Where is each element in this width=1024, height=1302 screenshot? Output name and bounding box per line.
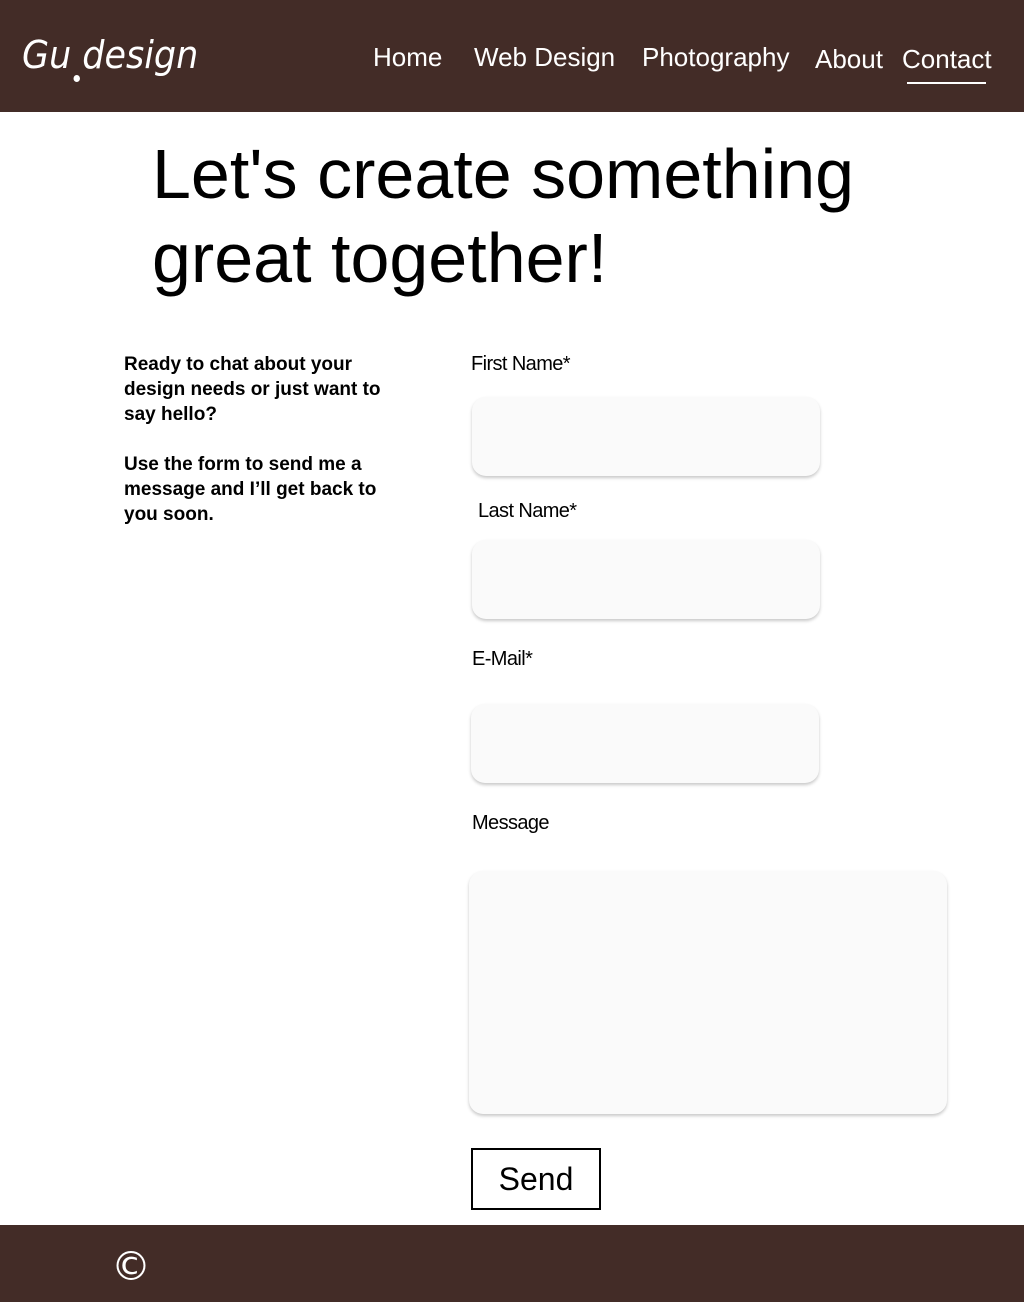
main-nav: Home Web Design Photography About Contac… — [0, 36, 1024, 86]
email-label: E-Mail* — [472, 648, 533, 670]
message-label: Message — [472, 812, 550, 834]
intro-text: Ready to chat about your design needs or… — [124, 352, 414, 552]
nav-item-contact[interactable]: Contact — [902, 44, 992, 74]
email-field[interactable] — [471, 704, 819, 783]
active-nav-indicator — [907, 82, 986, 84]
site-header: Gu design Home Web Design Photography Abo… — [0, 0, 1024, 112]
first-name-label: First Name* — [471, 353, 571, 375]
message-field[interactable] — [469, 871, 947, 1114]
nav-item-web-design[interactable]: Web Design — [474, 42, 615, 72]
site-footer: © — [0, 1225, 1024, 1302]
last-name-label: Last Name* — [478, 500, 577, 522]
page-headline: Let's create something great together! — [152, 135, 855, 297]
intro-paragraph: Ready to chat about your design needs or… — [124, 354, 381, 425]
first-name-field[interactable] — [472, 397, 820, 476]
copyright-icon: © — [111, 1244, 151, 1290]
send-button[interactable]: Send — [471, 1148, 601, 1210]
intro-paragraph: Use the form to send me a message and I’… — [124, 454, 377, 525]
last-name-field[interactable] — [472, 540, 820, 619]
nav-item-photography[interactable]: Photography — [642, 42, 789, 72]
nav-item-about[interactable]: About — [815, 44, 883, 74]
nav-item-home[interactable]: Home — [373, 42, 442, 72]
